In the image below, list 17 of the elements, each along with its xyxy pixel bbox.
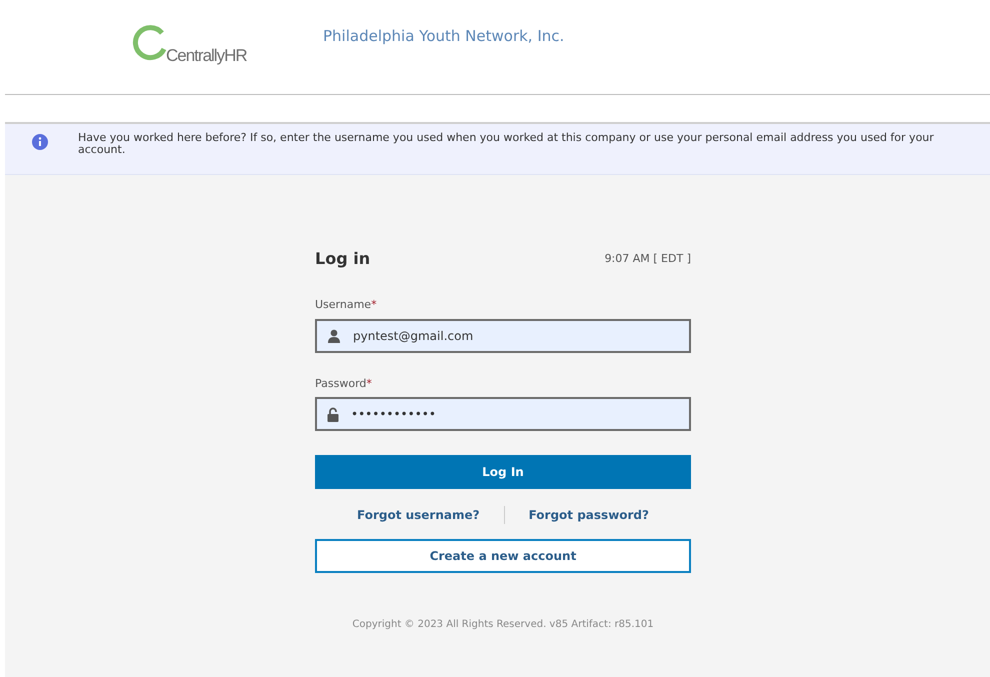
login-button[interactable]: Log In <box>315 455 691 489</box>
forgot-username-link[interactable]: Forgot username? <box>356 506 480 524</box>
time-text: 9:07 AM [ EDT ] <box>604 250 691 267</box>
password-field[interactable]: •••••••••••• <box>315 397 691 431</box>
company-name: Philadelphia Youth Network, Inc. <box>323 26 564 47</box>
lock-icon <box>327 406 339 422</box>
user-icon <box>327 328 341 342</box>
forgot-password-link[interactable]: Forgot password? <box>528 506 649 524</box>
create-account-button[interactable]: Create a new account <box>315 539 691 573</box>
notice-text: Have you worked here before? If so, enter the username you used when you worked at this company or use your personal email address you used for your account. <box>78 132 935 156</box>
field-label: Username* <box>315 297 378 313</box>
logo: CentrallyHR <box>130 17 260 77</box>
username-field[interactable]: pyntest@gmail.com <box>315 318 691 352</box>
info-icon <box>32 134 48 150</box>
field-label: Password* <box>315 376 373 392</box>
copyright-text: Copyright © 2023 All Rights Reserved. v85 Artifact: r85.101 <box>351 618 655 632</box>
login-title: Log in <box>315 248 370 270</box>
